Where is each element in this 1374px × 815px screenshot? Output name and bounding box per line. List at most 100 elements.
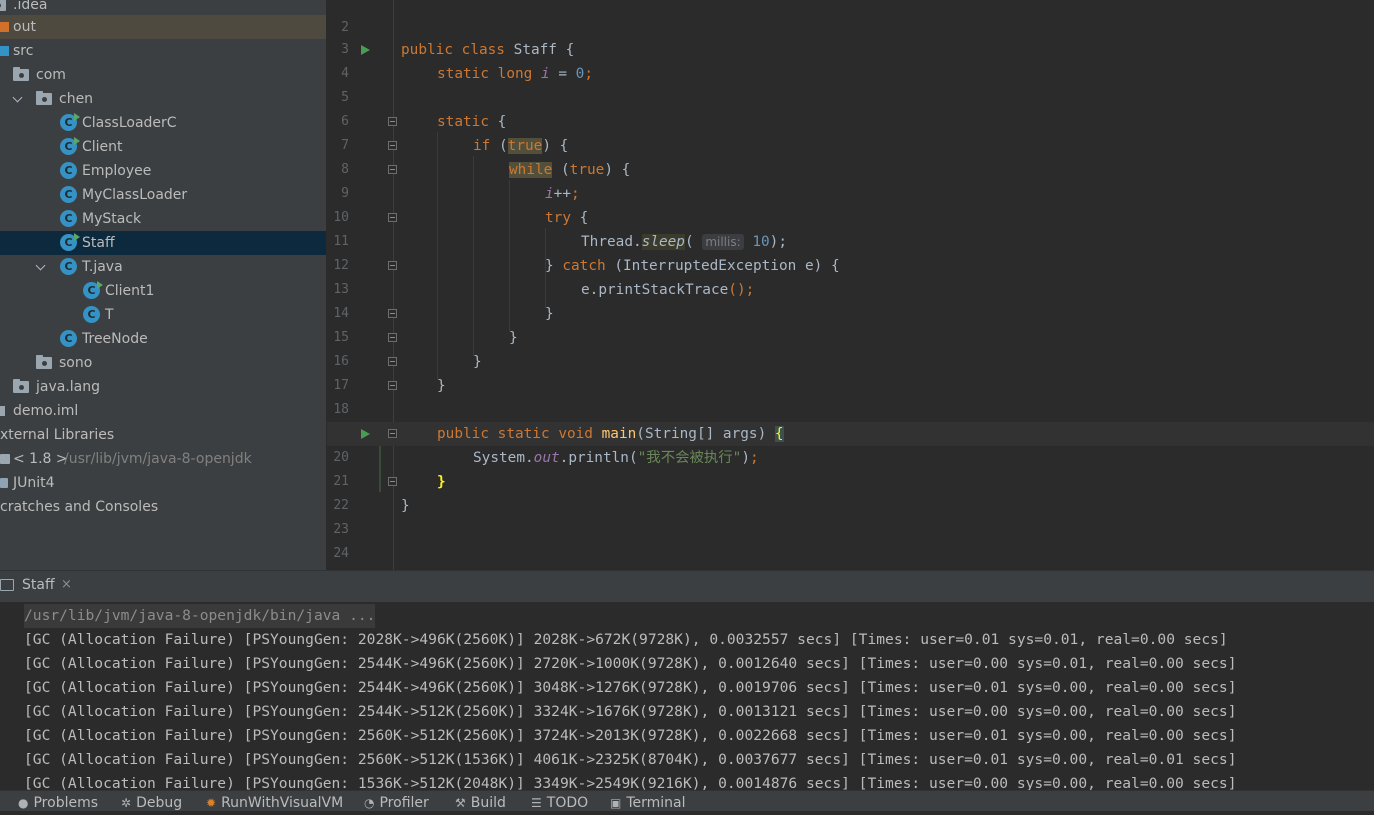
tree-item-t-java[interactable]: C T.java bbox=[0, 255, 326, 279]
tool-debug-button[interactable]: ✲ Debug bbox=[121, 791, 182, 812]
code-line: 11 try { bbox=[333, 210, 589, 249]
tree-item-mystack[interactable]: C MyStack bbox=[0, 207, 326, 231]
tree-item-employee[interactable]: C Employee bbox=[0, 159, 326, 183]
class-icon: C bbox=[60, 210, 77, 227]
code-line: 18 } bbox=[333, 378, 446, 417]
fold-icon[interactable] bbox=[388, 309, 397, 318]
code-line: 22 } bbox=[333, 474, 446, 513]
code-line: 19 bbox=[327, 398, 1374, 441]
package-icon bbox=[13, 67, 29, 81]
tree-item-out[interactable]: out bbox=[0, 15, 326, 39]
fold-icon[interactable] bbox=[388, 213, 397, 222]
console-icon bbox=[0, 579, 14, 591]
console-line: /usr/lib/jvm/java-8-openjdk/bin/java ... bbox=[24, 604, 376, 628]
code-line: 6 bbox=[341, 114, 349, 129]
fold-icon[interactable] bbox=[388, 333, 397, 342]
fold-icon[interactable] bbox=[388, 429, 397, 438]
code-line-current: 20 public static void main(String[] args… bbox=[327, 422, 1374, 465]
console-line: [GC (Allocation Failure) [PSYoungGen: 15… bbox=[24, 775, 1237, 790]
tool-runwithvisualvm-button[interactable]: ✹ RunWithVisualVM bbox=[206, 791, 343, 812]
tree-item-java-lang[interactable]: java.lang bbox=[0, 375, 326, 399]
close-icon[interactable]: × bbox=[61, 577, 72, 592]
java-file-icon: C bbox=[60, 258, 77, 275]
run-icon[interactable] bbox=[361, 429, 370, 439]
fold-icon[interactable] bbox=[388, 141, 397, 150]
run-console[interactable]: /usr/lib/jvm/java-8-openjdk/bin/java ...… bbox=[0, 602, 1374, 790]
tree-item-chen[interactable]: chen bbox=[0, 87, 326, 111]
class-icon: C bbox=[60, 162, 77, 179]
visualvm-icon: ✹ bbox=[206, 796, 217, 810]
tree-item-myclassloader[interactable]: C MyClassLoader bbox=[0, 183, 326, 207]
code-line: 13 } catch (InterruptedException e) { bbox=[333, 258, 840, 297]
tree-item-client1[interactable]: C Client1 bbox=[0, 279, 326, 303]
code-line: 8 if (true) { bbox=[341, 138, 569, 177]
code-line: 10 i++; bbox=[333, 186, 580, 225]
tree-item-src[interactable]: src bbox=[0, 39, 326, 63]
fold-icon[interactable] bbox=[388, 117, 397, 126]
source-folder-icon bbox=[0, 46, 9, 56]
code-line: 12 Thread.sleep( millis: 10); bbox=[333, 234, 787, 273]
tool-build-button[interactable]: ⚒ Build bbox=[455, 791, 506, 812]
class-icon: C bbox=[60, 113, 80, 131]
library-icon bbox=[0, 454, 10, 464]
tree-item-sono[interactable]: sono bbox=[0, 351, 326, 375]
folder-icon bbox=[0, 0, 6, 11]
run-icon[interactable] bbox=[361, 45, 370, 55]
terminal-icon: ▣ bbox=[610, 796, 622, 810]
code-line: 9 while (true) { bbox=[341, 162, 631, 201]
console-line: [GC (Allocation Failure) [PSYoungGen: 25… bbox=[24, 751, 1237, 768]
code-line: 3 bbox=[341, 42, 349, 57]
code-line: 24 bbox=[333, 546, 349, 561]
folder-icon bbox=[0, 22, 9, 32]
package-icon bbox=[13, 379, 29, 393]
bug-icon: ✲ bbox=[121, 796, 132, 810]
tool-terminal-button[interactable]: ▣ Terminal bbox=[610, 791, 686, 812]
class-icon: C bbox=[60, 186, 77, 203]
fold-icon[interactable] bbox=[388, 165, 397, 174]
chevron-down-icon[interactable] bbox=[35, 260, 46, 271]
code-editor[interactable]: 2 3 4 public class Staff { 5 static long… bbox=[327, 0, 1374, 570]
code-line: 23 } bbox=[333, 498, 410, 537]
tree-item-demo-iml[interactable]: demo.iml bbox=[0, 399, 326, 423]
code-line: 5 static long i = 0; bbox=[341, 66, 593, 105]
profiler-icon: ◔ bbox=[364, 796, 375, 810]
list-icon: ☰ bbox=[531, 796, 542, 810]
tree-item-scratches[interactable]: cratches and Consoles bbox=[0, 495, 326, 519]
fold-icon[interactable] bbox=[388, 357, 397, 366]
tree-item-classloaderc[interactable]: C ClassLoaderC bbox=[0, 111, 326, 135]
package-icon bbox=[36, 91, 52, 105]
hammer-icon: ⚒ bbox=[455, 796, 466, 810]
library-icon bbox=[0, 478, 8, 488]
class-icon: C bbox=[60, 137, 80, 155]
fold-icon[interactable] bbox=[388, 477, 397, 486]
tool-todo-button[interactable]: ☰ TODO bbox=[531, 791, 588, 812]
tree-item-t[interactable]: C T bbox=[0, 303, 326, 327]
tree-item-jdk[interactable]: < 1.8 > /usr/lib/jvm/java-8-openjdk bbox=[0, 447, 326, 471]
package-icon bbox=[36, 355, 52, 369]
parameter-hint: millis: bbox=[702, 234, 744, 250]
tree-item-com[interactable]: com bbox=[0, 63, 326, 87]
tool-problems-button[interactable]: ● Problems bbox=[18, 791, 98, 812]
run-tab-staff[interactable]: Staff bbox=[22, 577, 55, 593]
code-line: 14 e.printStackTrace(); bbox=[333, 282, 755, 321]
chevron-down-icon[interactable] bbox=[12, 92, 23, 103]
console-line: [GC (Allocation Failure) [PSYoungGen: 25… bbox=[24, 655, 1237, 672]
tree-item-staff[interactable]: C Staff bbox=[0, 231, 326, 255]
tool-window-bar: ● Problems ✲ Debug ✹ RunWithVisualVM ◔ Profi… bbox=[0, 790, 1374, 811]
tree-item-treenode[interactable]: C TreeNode bbox=[0, 327, 326, 351]
fold-icon[interactable] bbox=[388, 381, 397, 390]
code-line: 4 public class Staff { bbox=[341, 42, 575, 81]
console-line: [GC (Allocation Failure) [PSYoungGen: 25… bbox=[24, 703, 1237, 720]
console-line: [GC (Allocation Failure) [PSYoungGen: 25… bbox=[24, 679, 1237, 696]
tree-item-junit4[interactable]: JUnit4 bbox=[0, 471, 326, 495]
class-icon: C bbox=[60, 233, 80, 251]
tree-item-external-libraries[interactable]: xternal Libraries bbox=[0, 423, 326, 447]
code-line: 17 } bbox=[333, 354, 482, 393]
class-icon: C bbox=[60, 330, 77, 347]
run-tab-bar: Staff × bbox=[0, 570, 1374, 602]
tool-profiler-button[interactable]: ◔ Profiler bbox=[364, 791, 429, 812]
fold-icon[interactable] bbox=[388, 261, 397, 270]
class-icon: C bbox=[83, 281, 103, 299]
module-file-icon bbox=[0, 406, 5, 416]
tree-item-client[interactable]: C Client bbox=[0, 135, 326, 159]
